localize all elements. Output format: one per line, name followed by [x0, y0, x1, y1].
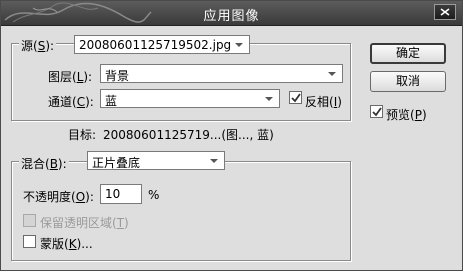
title-bar[interactable]: 应用图像: [1, 1, 462, 26]
channel-label: 通道(C):: [48, 95, 94, 109]
opacity-value: 10: [105, 187, 121, 201]
close-button[interactable]: [434, 4, 456, 20]
opacity-label: 不透明度(O):: [23, 190, 94, 204]
layer-label: 图层(L):: [48, 70, 93, 84]
target-value: 20080601125719...(图..., 蓝): [103, 128, 274, 142]
channel-value: 蓝: [105, 94, 118, 108]
chevron-down-icon: [265, 97, 273, 101]
chevron-down-icon: [210, 159, 218, 163]
invert-checkbox[interactable]: [289, 91, 302, 104]
close-icon: [440, 8, 450, 16]
preserve-transparency-checkbox[interactable]: [23, 214, 36, 227]
channel-select[interactable]: 蓝: [100, 89, 280, 108]
apply-image-dialog: 应用图像 源(S): 20080601125719502.jpg 图层(L): …: [0, 0, 463, 271]
layer-value: 背景: [105, 69, 130, 83]
mask-label[interactable]: 蒙版(K)...: [40, 235, 93, 252]
checkmark-icon: [291, 93, 301, 103]
invert-label[interactable]: 反相(I): [305, 93, 342, 110]
window-title: 应用图像: [203, 9, 260, 24]
blending-select[interactable]: 正片叠底: [87, 151, 225, 170]
chevron-down-icon: [328, 72, 336, 76]
layer-select[interactable]: 背景: [100, 64, 343, 83]
preserve-transparency-label[interactable]: 保留透明区域(T): [40, 214, 129, 231]
preview-label[interactable]: 预览(P): [386, 106, 427, 123]
chevron-down-icon: [235, 43, 243, 47]
preview-checkbox[interactable]: [370, 105, 383, 118]
mask-checkbox[interactable]: [23, 235, 36, 248]
source-label: 源(S):: [19, 37, 57, 54]
target-label: 目标:: [68, 128, 97, 142]
checkmark-icon: [372, 107, 382, 117]
blending-value: 正片叠底: [92, 156, 141, 170]
blending-label: 混合(B):: [19, 155, 69, 172]
source-select[interactable]: 20080601125719502.jpg: [74, 35, 250, 54]
cancel-button[interactable]: 取消: [370, 71, 446, 92]
opacity-input[interactable]: 10: [100, 184, 142, 204]
ok-button[interactable]: 确定: [370, 43, 446, 64]
opacity-unit: %: [148, 188, 160, 202]
source-file-value: 20080601125719502.jpg: [79, 38, 232, 52]
